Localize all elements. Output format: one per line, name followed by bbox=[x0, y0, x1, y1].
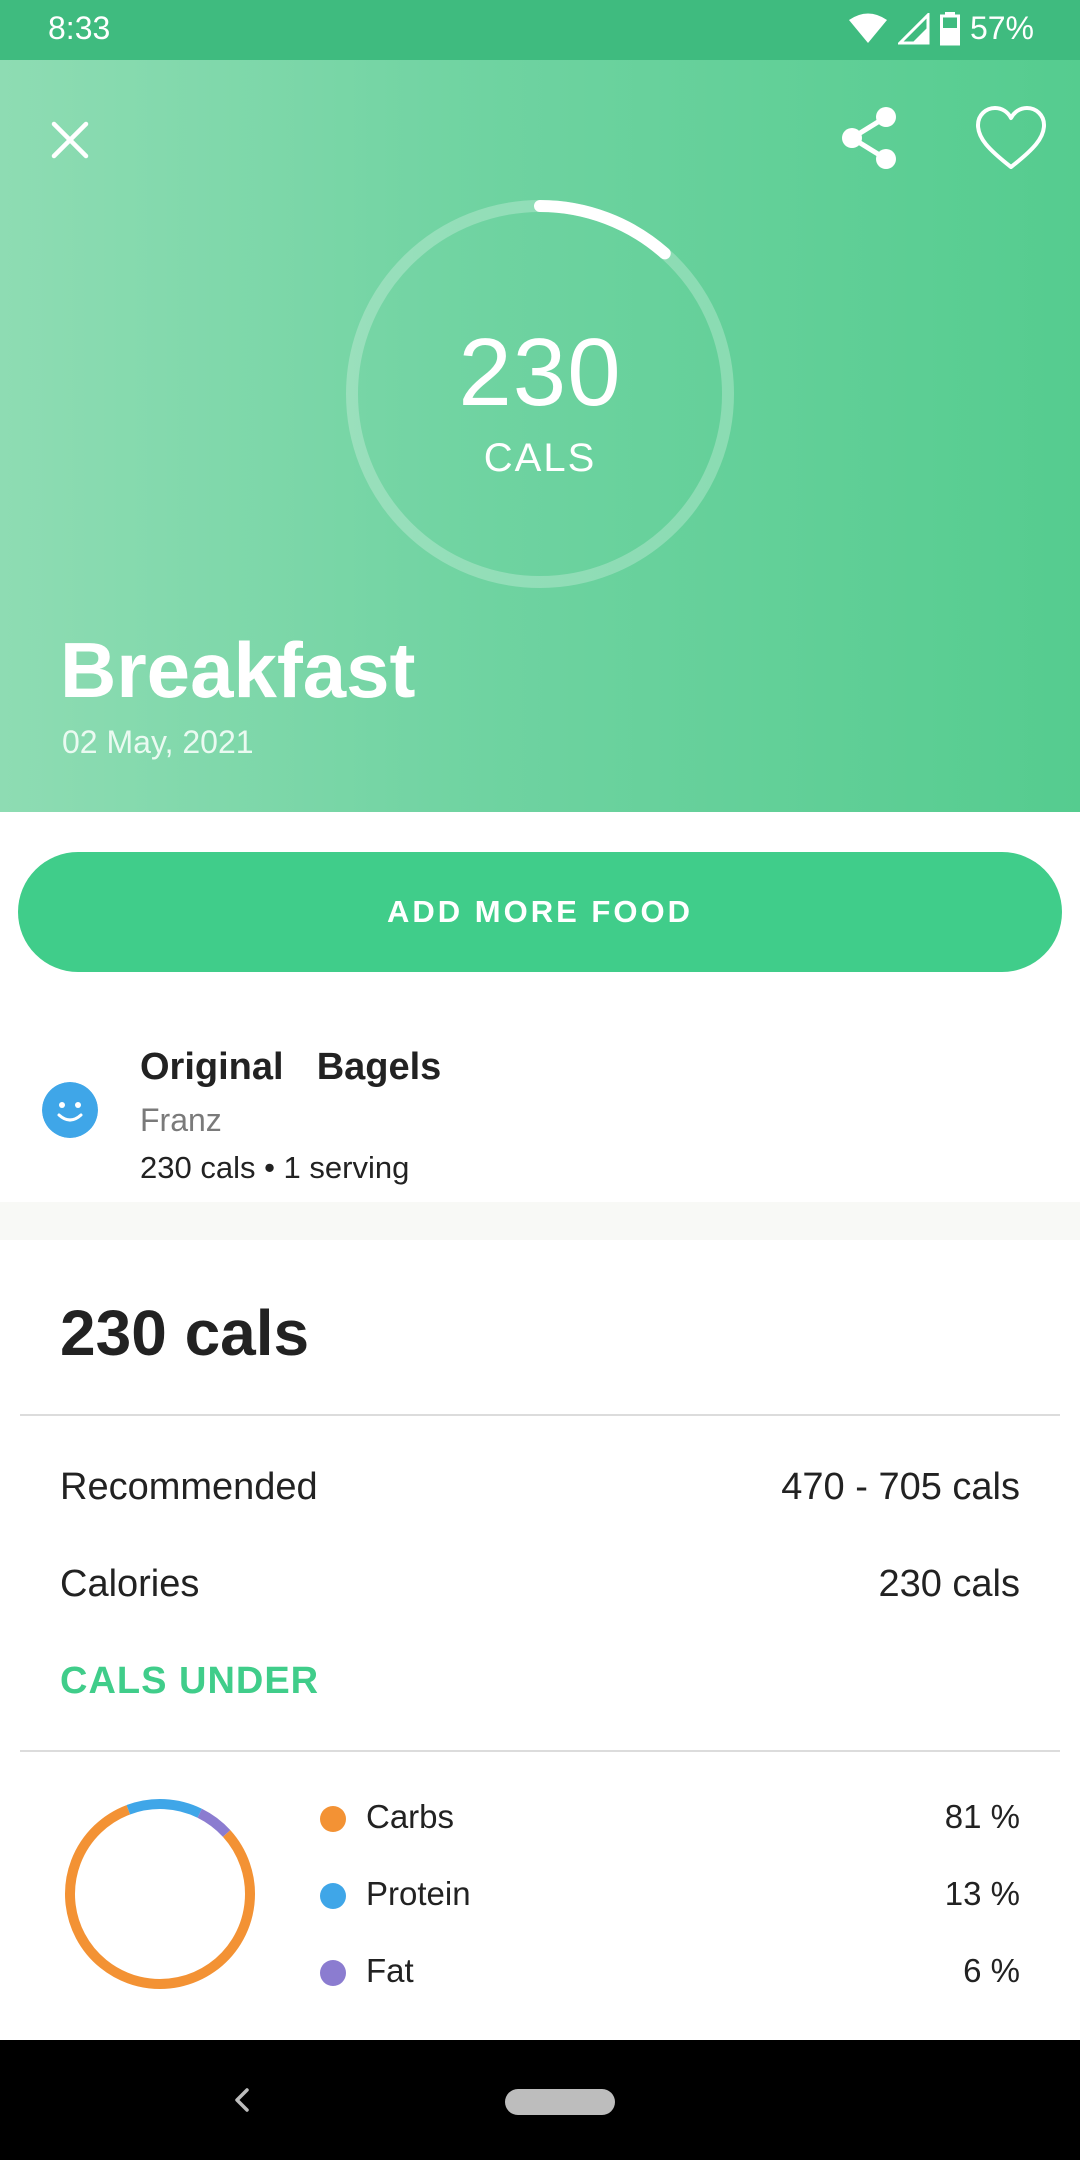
calorie-ring-progress bbox=[534, 200, 671, 260]
macro-percent: 81 % bbox=[944, 1798, 1020, 1835]
share-button[interactable] bbox=[830, 96, 910, 180]
share-icon bbox=[842, 107, 896, 169]
smiley-icon bbox=[42, 1082, 98, 1138]
add-more-food-button[interactable]: ADD MORE FOOD bbox=[18, 852, 1062, 972]
status-icons: 57% bbox=[848, 10, 1034, 47]
calories-label: Calories bbox=[60, 1563, 200, 1605]
meal-header: 230 CALS Breakfast 02 May, 2021 bbox=[0, 60, 1080, 812]
carbs-color-dot bbox=[320, 1806, 346, 1832]
macro-name: Carbs bbox=[366, 1798, 455, 1835]
macro-donut-chart bbox=[65, 1799, 255, 1989]
back-icon[interactable] bbox=[222, 2080, 262, 2120]
battery-icon bbox=[939, 11, 960, 45]
meal-date: 02 May, 2021 bbox=[62, 724, 254, 760]
calorie-total: 230 bbox=[458, 319, 622, 426]
total-calories: 230 cals bbox=[60, 1297, 310, 1369]
fat-color-dot bbox=[320, 1960, 346, 1986]
battery-percent: 57% bbox=[969, 10, 1034, 46]
macro-legend-protein: Protein 13 % bbox=[316, 1873, 1020, 1923]
meal-title: Breakfast bbox=[60, 626, 416, 714]
recommended-value: 470 - 705 cals bbox=[781, 1466, 1020, 1508]
protein-color-dot bbox=[320, 1883, 346, 1909]
calories-value: 230 cals bbox=[878, 1563, 1020, 1605]
close-icon bbox=[51, 121, 89, 159]
heart-icon bbox=[976, 106, 1046, 169]
divider-line bbox=[20, 1750, 1060, 1752]
food-name: Original Bagels bbox=[140, 1046, 442, 1088]
section-divider bbox=[0, 1202, 1080, 1240]
status-time: 8:33 bbox=[48, 10, 111, 46]
macro-name: Protein bbox=[366, 1875, 471, 1912]
status-bar: 8:33 57% bbox=[0, 0, 1080, 60]
macro-percent: 13 % bbox=[944, 1875, 1020, 1912]
macro-legend-carbs: Carbs 81 % bbox=[316, 1796, 1020, 1846]
donut-slice-fat bbox=[197, 1808, 231, 1837]
macro-legend-fat: Fat 6 % bbox=[316, 1950, 1020, 2000]
macro-percent: 6 % bbox=[963, 1952, 1020, 1989]
calorie-unit: CALS bbox=[483, 436, 597, 480]
close-button[interactable] bbox=[30, 100, 110, 180]
recommended-label: Recommended bbox=[60, 1466, 318, 1508]
food-calories-serving: 230 cals • 1 serving bbox=[140, 1150, 410, 1185]
wifi-icon bbox=[848, 13, 887, 43]
system-nav-bar bbox=[0, 2040, 1080, 2160]
favorite-button[interactable] bbox=[968, 96, 1054, 180]
calorie-status: CALS UNDER bbox=[60, 1660, 320, 1702]
calorie-ring: 230 CALS bbox=[340, 194, 740, 594]
food-brand: Franz bbox=[140, 1102, 222, 1138]
signal-icon bbox=[897, 12, 930, 44]
home-pill[interactable] bbox=[505, 2089, 615, 2115]
divider-line bbox=[20, 1414, 1060, 1416]
food-list-item[interactable]: Original Bagels Franz 230 cals • 1 servi… bbox=[0, 1010, 1080, 1202]
macro-name: Fat bbox=[366, 1952, 414, 1989]
donut-slice-protein bbox=[126, 1799, 202, 1818]
